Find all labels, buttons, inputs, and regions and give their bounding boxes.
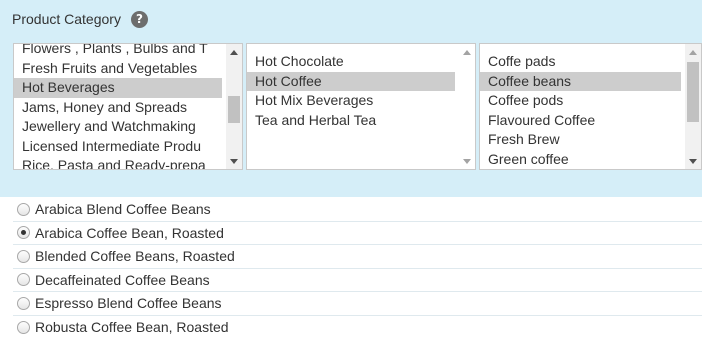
radio-button[interactable]	[17, 296, 30, 310]
list-option[interactable]: Coffee pods	[480, 91, 681, 111]
scroll-down-arrow-icon[interactable]	[685, 153, 701, 169]
product-option[interactable]: Arabica Coffee Bean, Roasted	[13, 222, 702, 245]
subcategory-scrollbar[interactable]	[459, 44, 475, 169]
product-option-label[interactable]: Espresso Blend Coffee Beans	[35, 295, 222, 311]
panel-header: Product Category ?	[12, 8, 148, 30]
product-option-label[interactable]: Arabica Coffee Bean, Roasted	[35, 225, 224, 241]
product-option[interactable]: Blended Coffee Beans, Roasted	[13, 245, 702, 269]
product-option[interactable]: Decaffeinated Coffee Beans	[13, 269, 702, 292]
scroll-up-arrow-icon[interactable]	[685, 44, 701, 60]
scroll-up-arrow-icon[interactable]	[226, 44, 242, 60]
list-option[interactable]: Flavoured Coffee	[480, 111, 681, 131]
list-option[interactable]: Rice, Pasta and Ready-prepa	[14, 156, 222, 169]
radio-button[interactable]	[17, 273, 30, 287]
subcategory-listbox-items: Hot Chocolate Hot Coffee Hot Mix Beverag…	[247, 52, 459, 169]
list-option-selected[interactable]: Hot Beverages	[14, 78, 222, 98]
product-radio-list: Arabica Blend Coffee Beans Arabica Coffe…	[13, 198, 702, 339]
list-option[interactable]: Hot Chocolate	[247, 52, 455, 72]
product-type-listbox-items: Coffe pads Coffee beans Coffee pods Flav…	[480, 52, 685, 169]
list-option[interactable]: Flowers , Plants , Bulbs and T	[14, 44, 222, 59]
list-option[interactable]: Tea and Herbal Tea	[247, 111, 455, 131]
list-option-selected[interactable]: Hot Coffee	[247, 71, 455, 91]
category-listbox-items: Flowers , Plants , Bulbs and T Fresh Fru…	[14, 44, 226, 169]
subcategory-listbox[interactable]: Hot Chocolate Hot Coffee Hot Mix Beverag…	[246, 43, 476, 170]
product-option-label[interactable]: Robusta Coffee Bean, Roasted	[35, 319, 229, 335]
scroll-thumb[interactable]	[228, 96, 240, 123]
product-option-label[interactable]: Arabica Blend Coffee Beans	[35, 201, 211, 217]
scroll-up-arrow-icon[interactable]	[459, 44, 475, 60]
list-option[interactable]: Coffe pads	[480, 52, 681, 72]
radio-button-checked[interactable]	[17, 226, 30, 240]
list-option[interactable]: Licensed Intermediate Produ	[14, 137, 222, 157]
product-option-label[interactable]: Decaffeinated Coffee Beans	[35, 272, 210, 288]
list-option-selected[interactable]: Coffee beans	[480, 71, 681, 91]
category-listbox[interactable]: Flowers , Plants , Bulbs and T Fresh Fru…	[13, 43, 243, 170]
list-option[interactable]: Hot Mix Beverages	[247, 91, 455, 111]
list-option[interactable]: Fresh Fruits and Vegetables	[14, 59, 222, 79]
product-category-panel: Product Category ? Flowers , Plants , Bu…	[0, 0, 702, 197]
radio-button[interactable]	[17, 202, 30, 216]
product-option-label[interactable]: Blended Coffee Beans, Roasted	[35, 248, 235, 264]
list-option[interactable]: Jewellery and Watchmaking	[14, 117, 222, 137]
product-type-scrollbar[interactable]	[685, 44, 701, 169]
radio-button[interactable]	[17, 249, 30, 263]
help-icon[interactable]: ?	[130, 10, 148, 28]
list-option[interactable]: Green coffee	[480, 150, 681, 170]
scroll-thumb[interactable]	[687, 62, 699, 122]
scroll-down-arrow-icon[interactable]	[226, 153, 242, 169]
panel-title: Product Category	[12, 11, 121, 27]
product-option[interactable]: Espresso Blend Coffee Beans	[13, 292, 702, 316]
list-option[interactable]: Jams, Honey and Spreads	[14, 98, 222, 118]
scroll-down-arrow-icon[interactable]	[459, 153, 475, 169]
product-option[interactable]: Robusta Coffee Bean, Roasted	[13, 316, 702, 340]
product-option[interactable]: Arabica Blend Coffee Beans	[13, 198, 702, 222]
category-scrollbar[interactable]	[226, 44, 242, 169]
list-option[interactable]: Fresh Brew	[480, 130, 681, 150]
product-type-listbox[interactable]: Coffe pads Coffee beans Coffee pods Flav…	[479, 43, 702, 170]
radio-button[interactable]	[17, 320, 30, 334]
